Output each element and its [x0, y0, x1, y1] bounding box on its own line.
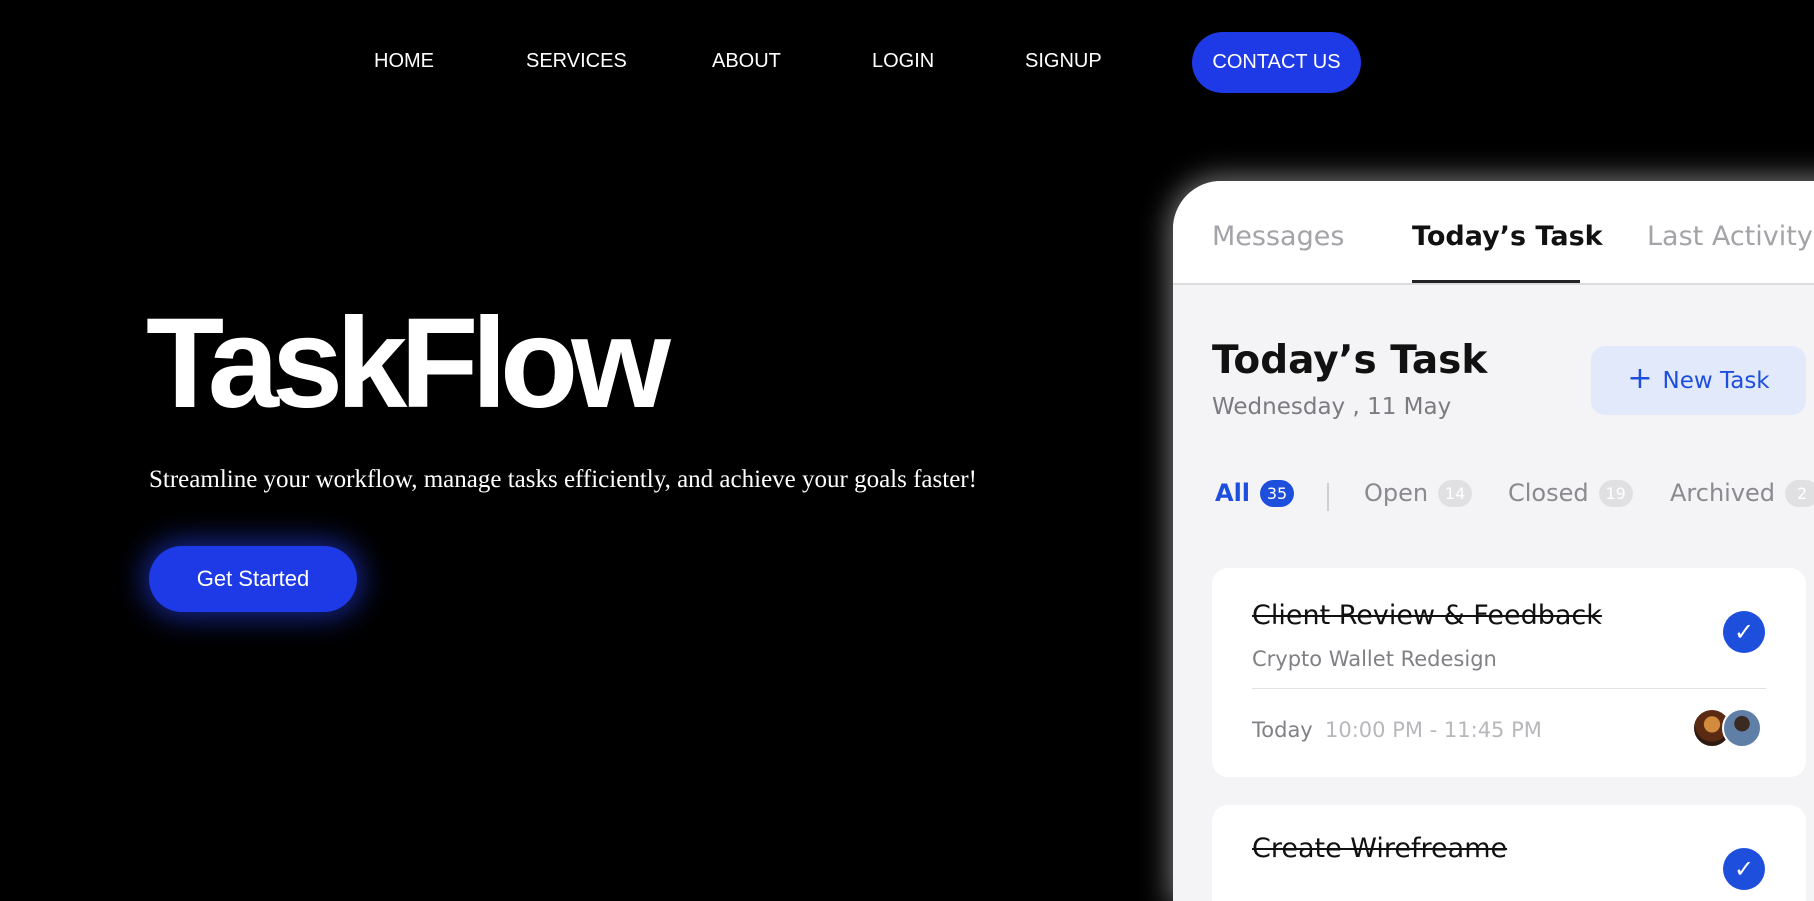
task-card[interactable]: Create Wirefreame ✓ — [1212, 805, 1806, 901]
hero-subtitle: Streamline your workflow, manage tasks e… — [149, 466, 977, 493]
task-day: Today — [1252, 718, 1313, 742]
section-date: Wednesday , 11 May — [1212, 394, 1452, 420]
filter-divider — [1327, 483, 1329, 511]
nav-services-link[interactable]: SERVICES — [526, 50, 627, 73]
active-tab-indicator — [1412, 280, 1580, 283]
filter-archived-label: Archived — [1670, 479, 1776, 507]
task-project: Crypto Wallet Redesign — [1252, 647, 1497, 671]
tab-todays-task[interactable]: Today’s Task — [1412, 221, 1603, 252]
filter-all-label: All — [1215, 479, 1251, 507]
task-divider — [1252, 688, 1766, 689]
filter-archived[interactable]: Archived 2 — [1670, 479, 1814, 507]
task-card[interactable]: Client Review & Feedback Crypto Wallet R… — [1212, 568, 1806, 777]
filter-open-label: Open — [1364, 479, 1429, 507]
filter-all[interactable]: All 35 — [1215, 479, 1295, 507]
nav-about-link[interactable]: ABOUT — [712, 50, 781, 73]
contact-us-button[interactable]: CONTACT US — [1192, 32, 1361, 93]
nav-signup-link[interactable]: SIGNUP — [1025, 50, 1102, 73]
check-icon[interactable]: ✓ — [1723, 848, 1765, 890]
filter-closed-count: 19 — [1598, 479, 1633, 507]
hero-title: TaskFlow — [146, 292, 671, 435]
filter-closed[interactable]: Closed 19 — [1508, 479, 1633, 507]
tab-messages[interactable]: Messages — [1212, 221, 1344, 252]
app-preview-card: Messages Today’s Task Last Activity Toda… — [1173, 181, 1814, 901]
task-title: Create Wirefreame — [1252, 833, 1508, 864]
task-time: 10:00 PM - 11:45 PM — [1325, 718, 1542, 742]
tab-bar: Messages Today’s Task Last Activity — [1173, 181, 1814, 285]
avatar — [1722, 708, 1762, 748]
nav-home-link[interactable]: HOME — [374, 50, 434, 73]
task-filters: All 35 Open 14 Closed 19 Archived 2 — [1215, 479, 1814, 519]
filter-archived-count: 2 — [1785, 479, 1814, 507]
filter-open-count: 14 — [1438, 479, 1473, 507]
filter-all-count: 35 — [1260, 479, 1295, 507]
get-started-button[interactable]: Get Started — [149, 546, 357, 612]
new-task-button[interactable]: + New Task — [1591, 346, 1806, 415]
plus-icon: + — [1627, 361, 1653, 396]
filter-open[interactable]: Open 14 — [1364, 479, 1473, 507]
new-task-label: New Task — [1662, 367, 1770, 394]
section-title: Today’s Task — [1212, 338, 1488, 383]
task-title: Client Review & Feedback — [1252, 600, 1602, 631]
tab-last-activity[interactable]: Last Activity — [1647, 221, 1813, 252]
top-nav: HOME SERVICES ABOUT LOGIN SIGNUP CONTACT… — [0, 0, 1814, 124]
nav-login-link[interactable]: LOGIN — [872, 50, 934, 73]
filter-closed-label: Closed — [1508, 479, 1589, 507]
check-icon[interactable]: ✓ — [1723, 611, 1765, 653]
